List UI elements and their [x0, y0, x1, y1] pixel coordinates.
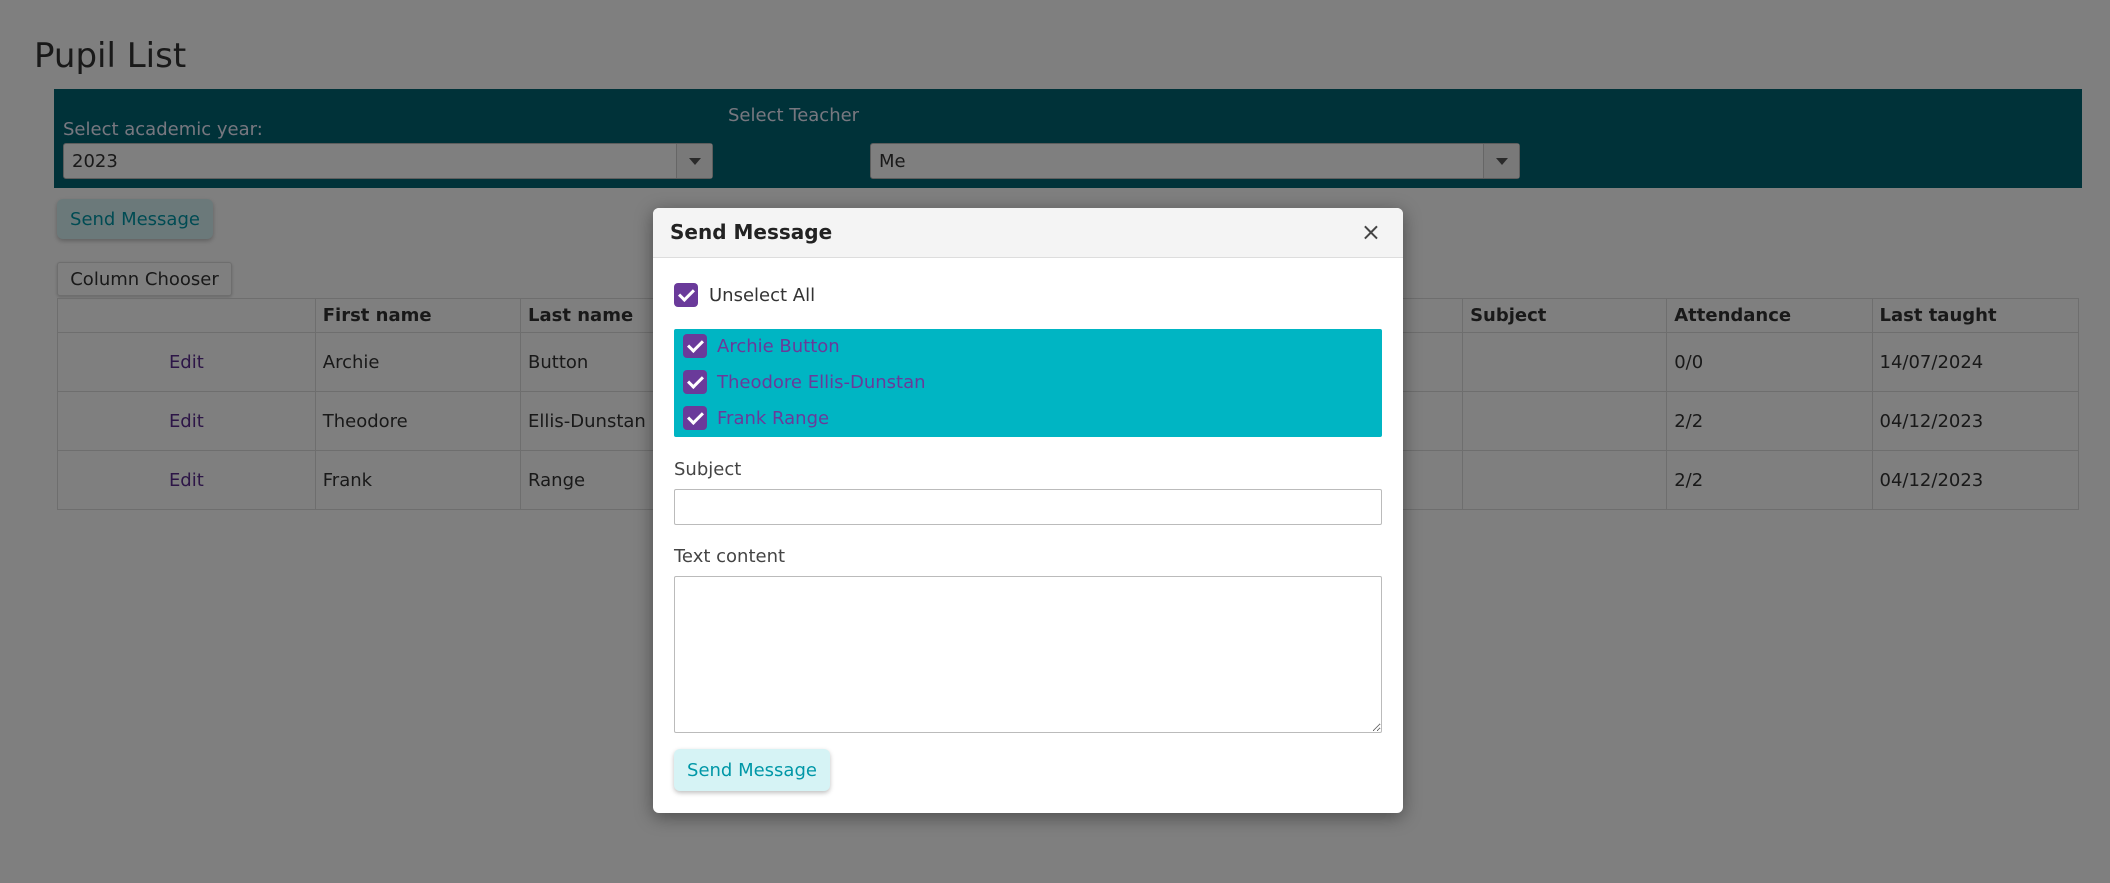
text-content-label: Text content — [674, 546, 786, 567]
unselect-all-checkbox[interactable] — [674, 283, 698, 307]
unselect-all-label[interactable]: Unselect All — [709, 285, 815, 306]
recipient-checkbox[interactable] — [683, 406, 707, 430]
text-content-textarea[interactable] — [674, 576, 1382, 733]
send-message-dialog: Send Message × Unselect All Archie Butto… — [653, 208, 1403, 813]
close-icon[interactable]: × — [1361, 218, 1381, 246]
list-item[interactable]: Theodore Ellis-Dunstan — [674, 365, 1382, 401]
list-item[interactable]: Archie Button — [674, 329, 1382, 365]
recipient-list: Archie Button Theodore Ellis-Dunstan Fra… — [674, 329, 1382, 437]
list-item[interactable]: Frank Range — [674, 401, 1382, 437]
dialog-header: Send Message × — [653, 208, 1403, 258]
recipient-checkbox[interactable] — [683, 370, 707, 394]
recipient-name: Frank Range — [717, 408, 830, 429]
dialog-send-message-button[interactable]: Send Message — [674, 749, 830, 791]
dialog-title: Send Message — [670, 220, 833, 244]
recipient-name: Theodore Ellis-Dunstan — [717, 372, 926, 393]
recipient-checkbox[interactable] — [683, 334, 707, 358]
subject-input[interactable] — [674, 489, 1382, 525]
recipient-name: Archie Button — [717, 336, 840, 357]
subject-label: Subject — [674, 459, 742, 480]
